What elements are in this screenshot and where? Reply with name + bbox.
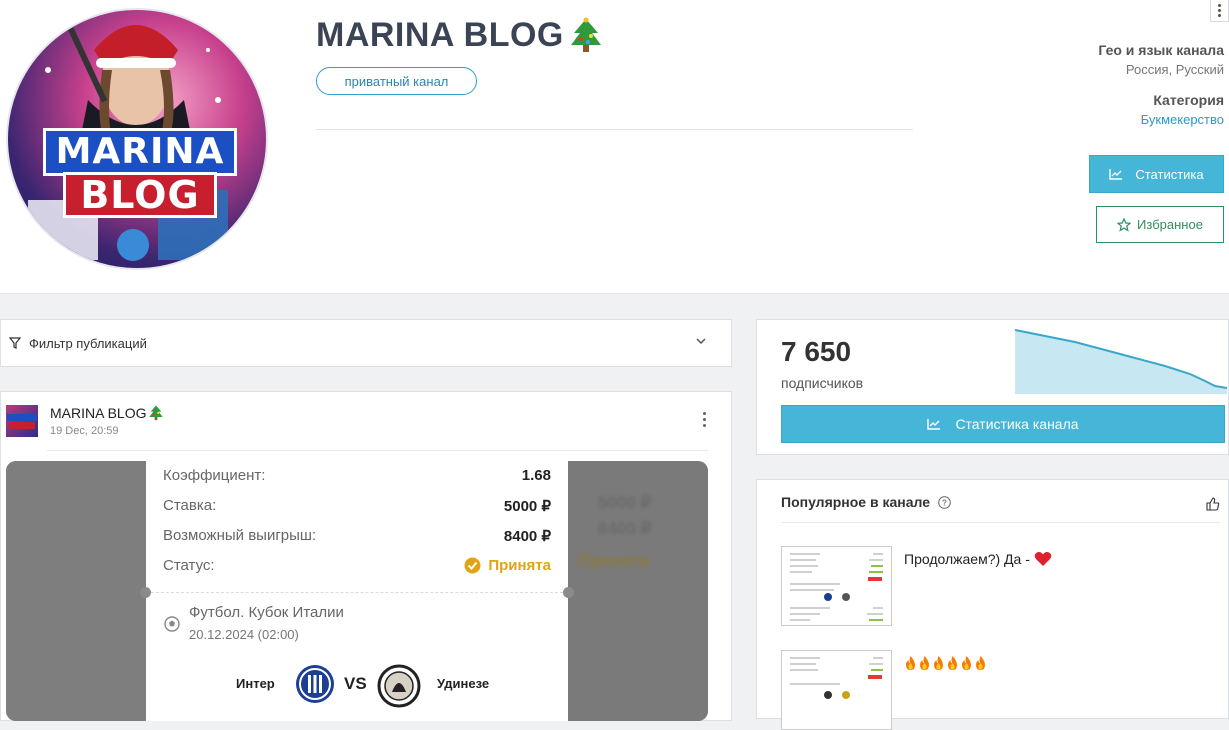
league-name: Футбол. Кубок Италии [189,604,344,621]
favorites-button-label: Избранное [1137,217,1203,232]
post-card: MARINA BLOG 19 Dec, 20:59 5000 ₽ 8400 ₽ … [0,391,732,721]
win-value: 8400 ₽ [503,528,551,545]
popular-item[interactable] [781,650,1225,730]
post-date: 19 Dec, 20:59 [50,425,119,437]
bet-ticket: Коэффициент: 1.68 Ставка: 5000 ₽ Возможн… [140,461,574,721]
udinese-crest-icon [377,664,421,708]
status-value: Принята [488,557,551,574]
avatar-logo: MARINA BLOG [30,128,250,218]
subscribers-sparkline [1015,329,1227,394]
chevron-down-icon[interactable] [695,335,707,347]
ghost-win: 8400 ₽ [598,519,652,538]
chart-line-icon [927,419,941,430]
fire-icon [948,656,957,670]
popular-item[interactable]: Продолжаем?) Да - [781,546,1225,626]
inter-crest-icon [296,665,334,703]
christmas-tree-icon [570,17,601,52]
filter-icon [9,337,21,349]
post-image[interactable]: 5000 ₽ 8400 ₽ Принята Коэффициент: 1.68 … [6,461,708,721]
red-heart-icon [1034,552,1052,566]
christmas-tree-icon [149,405,164,421]
ghost-stake: 5000 ₽ [598,493,652,512]
chart-line-icon [1109,169,1123,180]
popular-item-caption: Продолжаем?) Да - [904,551,1030,567]
avatar-logo-line2: BLOG [63,172,217,218]
avatar-logo-line1: MARINA [42,128,238,176]
check-circle-icon [464,557,481,574]
post-more-button[interactable] [703,412,706,427]
team-home: Интер [236,676,275,691]
coef-row: Коэффициент: 1.68 [163,467,551,484]
popular-title-text: Популярное в канале [781,494,930,510]
blurred-left-panel [6,461,146,721]
coef-value: 1.68 [521,467,551,484]
blurred-right-panel: 5000 ₽ 8400 ₽ Принята [568,461,708,721]
category-heading: Категория [1153,92,1224,108]
thumbs-up-icon[interactable] [1206,497,1220,511]
popular-card: Популярное в канале ? Продолжаем?) Да - [756,479,1229,730]
header-more-button[interactable] [1210,0,1229,22]
post-author-avatar[interactable] [6,405,38,437]
popular-item-thumbnail[interactable] [781,650,892,730]
status-accepted: Принята [464,557,551,574]
match-teams: Интер VS Удинезе [146,664,568,708]
channel-header: MARINA BLOG MARINA BLOG приватный канал … [0,0,1229,294]
subscribers-label: подписчиков [781,375,864,391]
help-circle-icon[interactable]: ? [938,495,951,509]
popular-divider [781,522,1220,523]
stake-value: 5000 ₽ [503,498,551,515]
fire-icon [920,656,929,670]
statistics-button-label: Статистика [1135,166,1204,182]
popular-item-thumbnail[interactable] [781,546,892,626]
stake-label: Ставка: [163,497,217,514]
popular-item-text [904,655,987,671]
fire-icons [904,655,987,671]
status-label: Статус: [163,557,215,574]
versus-label: VS [344,674,367,693]
star-icon [1117,217,1132,232]
publications-filter[interactable]: Фильтр публикаций [0,319,732,367]
fire-icon [934,656,943,670]
channel-title-text: MARINA BLOG [316,16,564,54]
geo-value: Россия, Русский [1125,62,1224,77]
geo-heading: Гео и язык канала [1098,42,1224,58]
post-author-name: MARINA BLOG [50,405,147,421]
channel-statistics-button[interactable]: Статистика канала [781,405,1225,443]
subscribers-count: 7 650 [781,336,852,367]
fire-icon [906,656,915,670]
ghost-status: Принята [578,551,650,570]
header-divider [316,129,913,130]
popular-title: Популярное в канале ? [781,494,951,510]
post-author[interactable]: MARINA BLOG [50,404,164,422]
channel-statistics-label: Статистика канала [955,416,1079,432]
subscribers-card: 7 650 подписчиков Статистика канала [756,319,1229,455]
stake-row: Ставка: 5000 ₽ [163,497,551,515]
win-row: Возможный выигрыш: 8400 ₽ [163,527,551,545]
channel-title: MARINA BLOG [316,16,604,55]
channel-avatar: MARINA BLOG [6,8,268,270]
geo-info: Гео и язык канала Россия, Русский [1098,42,1224,77]
match-date: 20.12.2024 (02:00) [189,627,299,642]
fire-icon [976,656,985,670]
filter-label: Фильтр публикаций [29,335,147,351]
win-label: Возможный выигрыш: [163,527,317,544]
soccer-ball-icon [164,616,180,632]
status-row: Статус: Принята [163,557,551,574]
private-channel-badge: приватный канал [316,67,477,95]
fire-icon [962,656,971,670]
statistics-button[interactable]: Статистика [1089,155,1224,193]
team-away: Удинезе [437,676,490,691]
favorites-button[interactable]: Избранное [1096,206,1224,243]
category-info: Категория Букмекерство [1141,92,1224,127]
popular-item-text: Продолжаем?) Да - [904,551,1052,567]
svg-text:?: ? [942,498,947,507]
ticket-dashed-divider [140,587,574,598]
coef-label: Коэффициент: [163,467,266,484]
category-link[interactable]: Букмекерство [1141,112,1224,127]
post-divider [47,450,708,451]
